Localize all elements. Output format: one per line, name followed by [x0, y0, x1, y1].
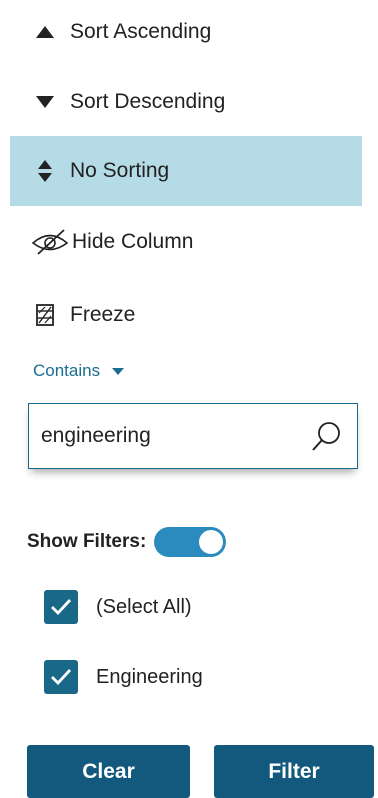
filter-operator-label: Contains	[33, 361, 101, 380]
select-all-checkbox[interactable]	[44, 590, 78, 624]
menu-item-label: Sort Ascending	[70, 20, 212, 43]
menu-item-no-sorting[interactable]: No Sorting	[10, 136, 362, 206]
triangle-up-icon	[24, 26, 66, 38]
checkmark-icon	[51, 599, 72, 616]
checkmark-icon	[51, 669, 72, 686]
menu-item-sort-descending[interactable]: Sort Descending	[10, 78, 362, 126]
triangle-down-icon	[24, 96, 66, 108]
menu-item-label: Sort Descending	[70, 90, 226, 113]
chevron-down-icon	[112, 367, 125, 375]
menu-item-hide-column[interactable]: Hide Column	[10, 218, 362, 266]
list-item-engineering: Engineering	[44, 660, 203, 694]
menu-item-label: No Sorting	[70, 159, 170, 182]
menu-item-label: Freeze	[70, 303, 136, 326]
eye-slash-icon	[30, 228, 70, 256]
show-filters-label: Show Filters:	[27, 531, 147, 552]
show-filters-toggle[interactable]	[154, 527, 227, 557]
menu-item-sort-ascending[interactable]: Sort Ascending	[10, 8, 362, 56]
clear-button[interactable]: Clear	[27, 745, 190, 798]
search-box	[28, 403, 358, 469]
menu-item-label: Hide Column	[72, 230, 194, 253]
filter-button[interactable]: Filter	[214, 745, 374, 798]
menu-item-freeze[interactable]: Freeze	[10, 291, 362, 339]
sort-updown-icon	[24, 160, 66, 182]
engineering-checkbox[interactable]	[44, 660, 78, 694]
filter-operator-dropdown[interactable]: Contains	[33, 361, 125, 381]
checkbox-label: (Select All)	[96, 595, 192, 618]
search-input[interactable]	[39, 415, 303, 457]
search-icon[interactable]	[311, 420, 343, 452]
toggle-knob	[199, 530, 224, 554]
show-filters-row: Show Filters:	[27, 527, 227, 557]
checkbox-label: Engineering	[96, 665, 203, 688]
freeze-icon	[24, 304, 66, 326]
list-item-select-all: (Select All)	[44, 590, 192, 624]
